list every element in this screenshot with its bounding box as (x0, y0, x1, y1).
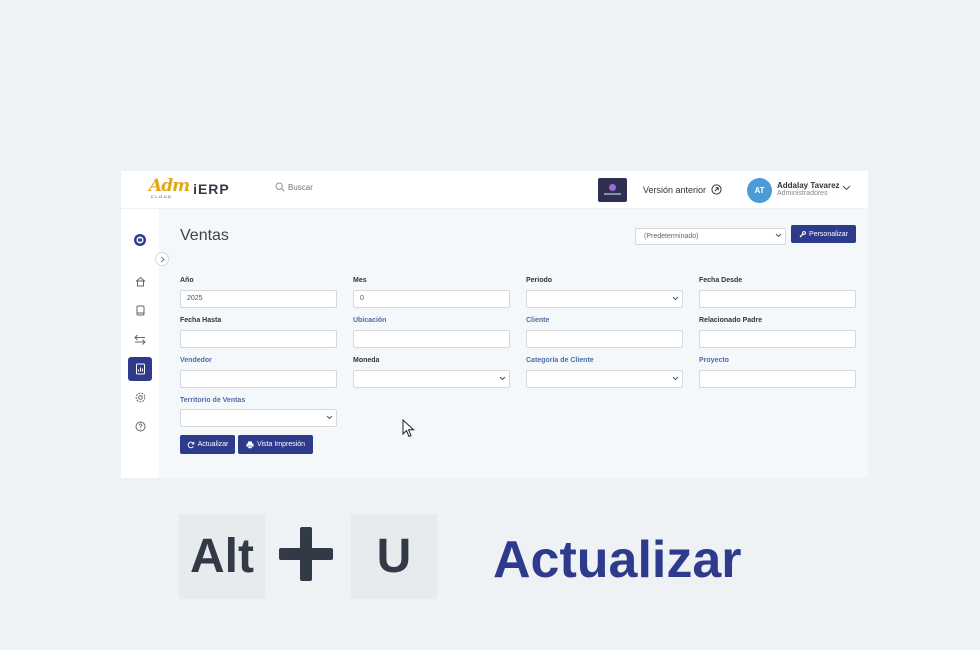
wrench-icon (799, 230, 806, 237)
fecha-hasta-label: Fecha Hasta (180, 317, 222, 324)
fecha-desde-label: Fecha Desde (699, 277, 743, 284)
customize-button-label: Personalizar (809, 230, 848, 238)
logo-product: iERP (193, 181, 230, 197)
sidebar-item-book[interactable] (130, 300, 150, 320)
sidebar-item-settings[interactable] (130, 387, 150, 407)
anio-field[interactable]: 2025 (180, 290, 337, 308)
mes-field[interactable]: 0 (353, 290, 510, 308)
home-icon (135, 276, 145, 286)
sidebar-item-company[interactable] (130, 230, 150, 250)
search-icon (275, 182, 285, 192)
chevron-down-icon (326, 415, 333, 420)
mes-label: Mes (353, 277, 367, 284)
relacionado-padre-field[interactable] (699, 330, 856, 348)
categoria-cliente-select[interactable] (526, 370, 683, 388)
moneda-select[interactable] (353, 370, 510, 388)
proyecto-label[interactable]: Proyecto (699, 357, 729, 364)
sidebar-item-transfers[interactable] (130, 329, 150, 349)
shortcut-key-alt: Alt (179, 514, 265, 599)
plus-icon (279, 527, 333, 581)
app-thumbnail-dot (609, 184, 616, 191)
chevron-down-icon[interactable] (842, 185, 851, 191)
user-name[interactable]: Addalay Tavarez (777, 181, 840, 190)
refresh-button-label: Actualizar (197, 441, 229, 448)
user-role: Administradores (777, 190, 828, 197)
logo[interactable]: Adm CLOUD iERP (149, 177, 230, 203)
territorio-ventas-label[interactable]: Territorio de Ventas (180, 397, 245, 404)
avatar[interactable]: AT (747, 178, 772, 203)
relacionado-padre-label: Relacionado Padre (699, 317, 763, 324)
ubicacion-field[interactable] (353, 330, 510, 348)
report-icon (135, 363, 145, 375)
layout-select-value: (Predeterminado) (644, 233, 699, 240)
fecha-hasta-field[interactable] (180, 330, 337, 348)
shortcut-action-label: Actualizar (493, 531, 742, 589)
chevron-down-icon (672, 376, 679, 381)
mouse-cursor-icon (402, 419, 415, 438)
printer-icon (246, 441, 254, 449)
categoria-cliente-label[interactable]: Categoría de Cliente (526, 357, 594, 364)
sidebar-item-reports[interactable] (128, 357, 152, 381)
sidebar-item-help[interactable] (130, 416, 150, 436)
chevron-down-icon (499, 376, 506, 381)
customize-button[interactable]: Personalizar (791, 225, 856, 243)
page-title: Ventas (180, 227, 229, 244)
refresh-icon (187, 441, 194, 448)
external-arrow-icon (711, 184, 722, 195)
sidebar-collapse-button[interactable] (155, 252, 169, 266)
settings-icon (135, 392, 145, 402)
chevron-right-icon (160, 256, 165, 262)
anio-label: Año (180, 277, 194, 284)
fecha-desde-field[interactable] (699, 290, 856, 308)
sidebar (121, 209, 159, 478)
app-switcher-thumbnail[interactable] (598, 178, 627, 202)
previous-version-link[interactable]: Versión anterior (643, 184, 722, 195)
chevron-down-icon (672, 296, 679, 301)
logo-mark: Adm (149, 176, 190, 196)
proyecto-field[interactable] (699, 370, 856, 388)
transfer-icon (134, 334, 146, 345)
print-preview-button-label: Vista Impresión (256, 441, 306, 448)
cliente-label[interactable]: Cliente (526, 317, 549, 324)
company-icon (134, 234, 146, 246)
vendedor-label[interactable]: Vendedor (180, 357, 212, 364)
shortcut-key-u: U (351, 514, 437, 599)
help-icon (135, 421, 145, 431)
search-input[interactable] (288, 182, 368, 192)
app-thumbnail-bar (604, 193, 621, 195)
search-box[interactable] (275, 182, 368, 192)
chevron-down-icon (775, 233, 782, 238)
refresh-button[interactable]: Actualizar (180, 435, 235, 454)
periodo-label: Periodo (526, 277, 553, 284)
sidebar-item-home[interactable] (130, 271, 150, 291)
vendedor-field[interactable] (180, 370, 337, 388)
ubicacion-label[interactable]: Ubicación (353, 317, 386, 324)
book-icon (136, 305, 144, 315)
print-preview-button[interactable]: Vista Impresión (238, 435, 313, 454)
logo-cloud-text: CLOUD (151, 194, 173, 199)
app-window: Adm CLOUD iERP Versión anterior AT Addal… (121, 171, 868, 478)
periodo-select[interactable] (526, 290, 683, 308)
top-bar: Adm CLOUD iERP Versión anterior AT Addal… (121, 171, 868, 209)
cliente-field[interactable] (526, 330, 683, 348)
territorio-ventas-select[interactable] (180, 409, 337, 427)
layout-select[interactable]: (Predeterminado) (635, 228, 786, 245)
previous-version-label: Versión anterior (643, 184, 707, 195)
moneda-label: Moneda (353, 357, 380, 364)
